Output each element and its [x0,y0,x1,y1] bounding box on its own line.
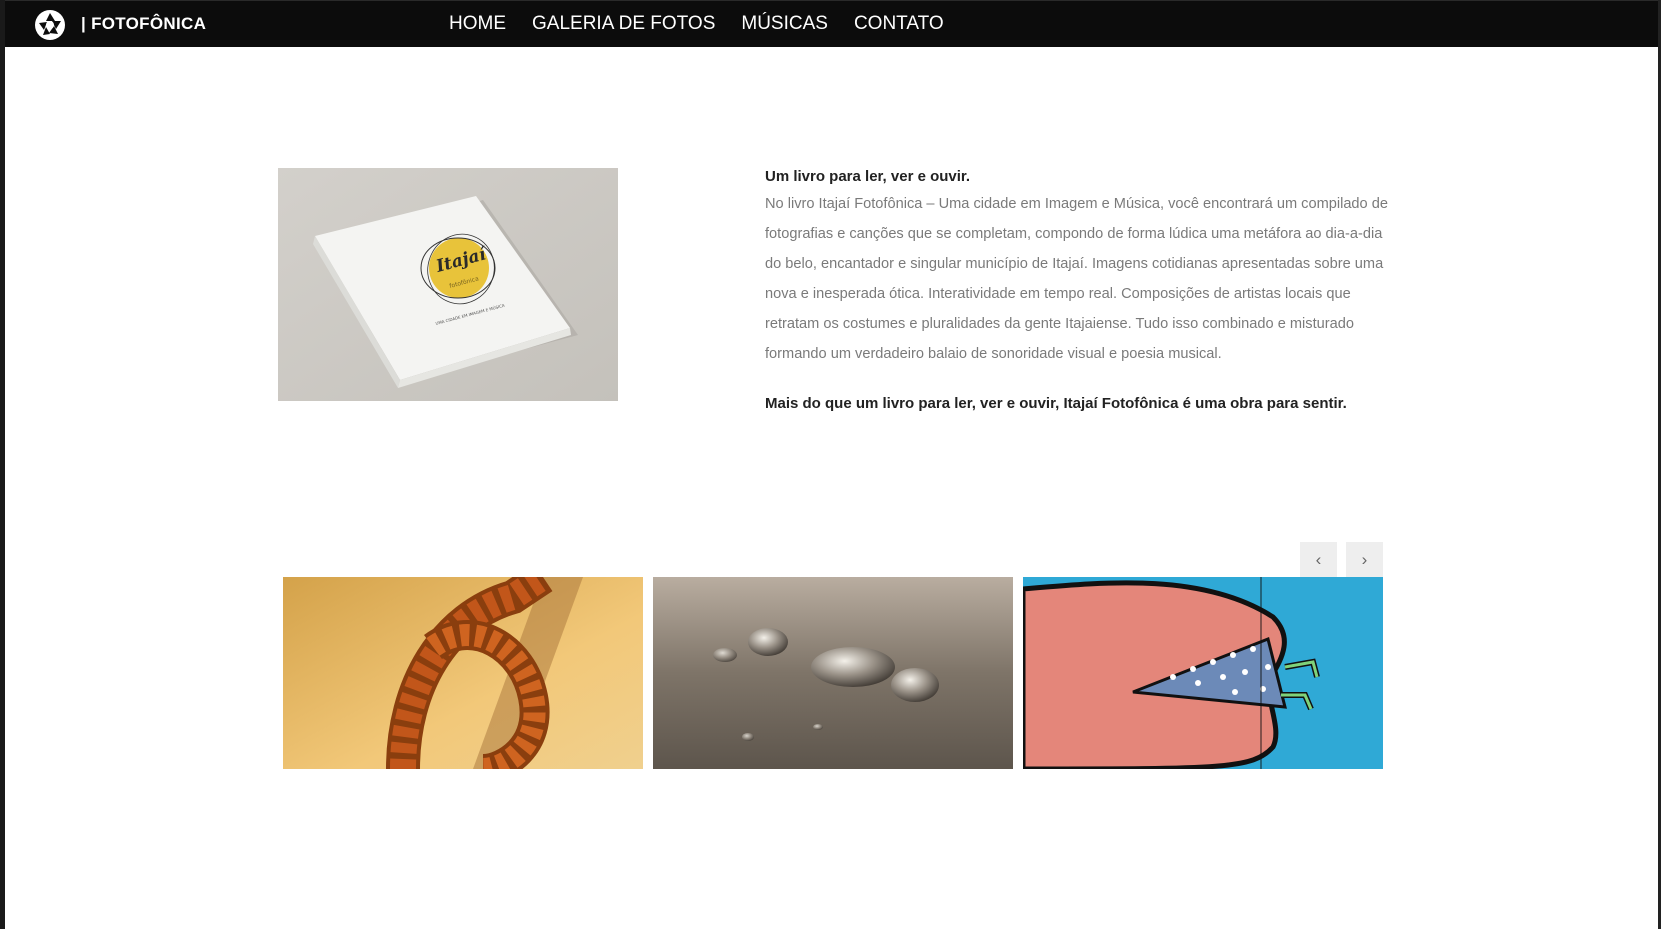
book-cover-image: Itajaí fotofônica UMA CIDADE EM IMAGEM E… [278,168,618,401]
gallery-photo-rope[interactable] [283,577,643,769]
nav-item-galeria[interactable]: GALERIA DE FOTOS [532,13,715,35]
nav-item-musicas[interactable]: MÚSICAS [741,13,828,35]
intro-section: Um livro para ler, ver e ouvir. No livro… [765,168,1395,412]
brand-name[interactable]: | FOTOFÔNICA [81,14,206,34]
intro-closing: Mais do que um livro para ler, ver e ouv… [765,395,1347,412]
gallery-photo-water-drops[interactable] [653,577,1013,769]
nav-item-contato[interactable]: CONTATO [854,13,944,35]
main-nav: HOME GALERIA DE FOTOS MÚSICAS CONTATO [449,13,970,35]
camera-aperture-icon[interactable] [34,9,66,41]
window-frame-left [0,0,5,929]
intro-title: Um livro para ler, ver e ouvir. [765,168,971,185]
carousel-next-button[interactable]: › [1346,542,1383,577]
nav-item-home[interactable]: HOME [449,13,506,35]
navbar: | FOTOFÔNICA HOME GALERIA DE FOTOS MÚSIC… [5,0,1658,47]
intro-paragraph: No livro Itajaí Fotofônica – Uma cidade … [765,196,1388,362]
carousel-prev-button[interactable]: ‹ [1300,542,1337,577]
gallery-photo-street-art[interactable] [1023,577,1383,769]
